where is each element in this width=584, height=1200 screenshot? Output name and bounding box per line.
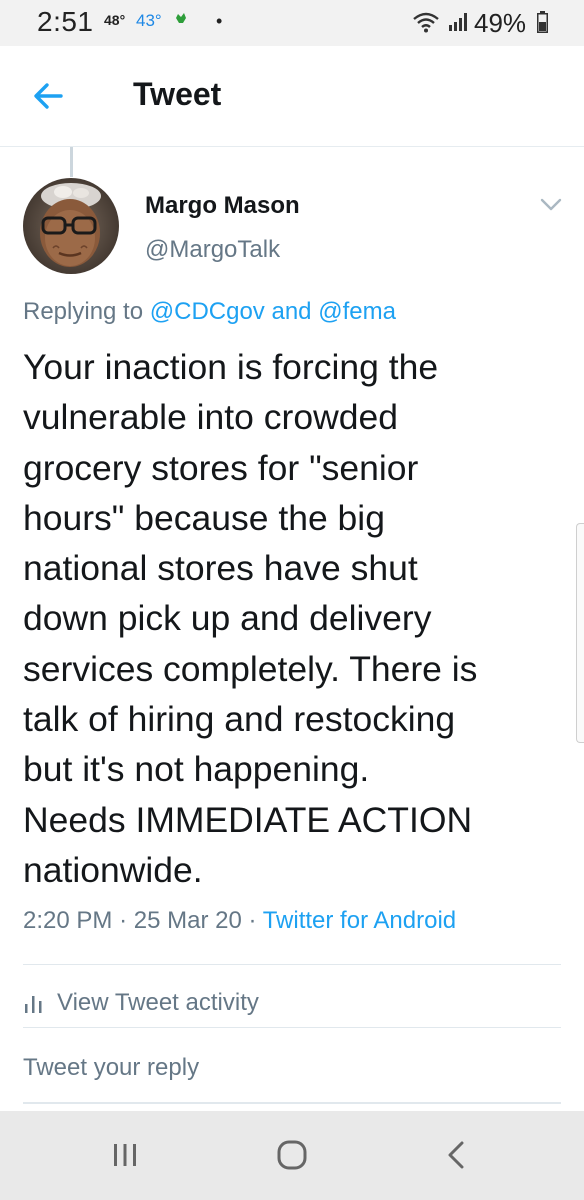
- meta-separator: ·: [119, 907, 128, 934]
- battery-percent: 49%: [474, 8, 527, 38]
- replying-to-label: Replying to: [23, 298, 144, 325]
- tweet-line: hours" because the big: [23, 497, 385, 538]
- bar-chart-icon: [25, 996, 42, 1013]
- tweet-line: nationwide.: [23, 849, 203, 890]
- avatar-image: [23, 178, 119, 274]
- leaf-notification-icon: [176, 13, 186, 23]
- nav-back-icon[interactable]: [437, 1135, 477, 1175]
- divider: [23, 1027, 561, 1028]
- page-title: Tweet: [133, 76, 222, 112]
- thread-connector-line: [70, 147, 73, 177]
- author-handle[interactable]: @MargoTalk: [145, 236, 280, 264]
- signal-icon: [449, 13, 467, 31]
- tweet-line: grocery stores for "senior: [23, 447, 419, 488]
- tweet-line: but it's not happening.: [23, 749, 370, 790]
- tweet-source-link[interactable]: Twitter for Android: [263, 907, 456, 934]
- status-temperature-high: 48°: [104, 12, 126, 28]
- tweet-line: down pick up and delivery: [23, 598, 432, 639]
- divider: [23, 964, 561, 965]
- meta-separator: ·: [248, 907, 257, 934]
- mention-link-fema[interactable]: @fema: [318, 298, 396, 325]
- tweet-line: vulnerable into crowded: [23, 397, 398, 438]
- home-icon[interactable]: [272, 1135, 312, 1175]
- tweet-line: Needs IMMEDIATE ACTION: [23, 799, 473, 840]
- recents-icon[interactable]: [105, 1135, 145, 1175]
- author-name[interactable]: Margo Mason: [145, 192, 300, 220]
- view-tweet-activity-button[interactable]: View Tweet activity: [23, 989, 259, 1017]
- tweet-line: services completely. There is: [23, 648, 478, 689]
- tweet-timestamp: 2:20 PM · 25 Mar 20 · Twitter for Androi…: [23, 907, 456, 935]
- wifi-icon: [413, 12, 439, 33]
- app-header: Tweet: [0, 46, 584, 147]
- tweet-line: talk of hiring and restocking: [23, 699, 456, 740]
- android-nav-bar: [0, 1111, 584, 1200]
- mention-joiner[interactable]: and: [271, 298, 311, 325]
- replying-to: Replying to @CDCgov and @fema: [23, 298, 396, 326]
- tweet-text: Your inaction is forcing the vulnerable …: [23, 342, 563, 895]
- back-arrow-icon[interactable]: [28, 76, 68, 116]
- mention-link-cdcgov[interactable]: @CDCgov: [150, 298, 265, 325]
- tweet-date: 25 Mar 20: [133, 907, 242, 934]
- notification-dot-icon: •: [216, 11, 223, 31]
- status-time: 2:51: [37, 6, 94, 37]
- status-bar: 2:51 48° 43° • 49%: [0, 0, 584, 46]
- tweet-line: national stores have shut: [23, 548, 418, 589]
- tweet-time: 2:20 PM: [23, 907, 113, 934]
- scrollbar[interactable]: [576, 523, 584, 743]
- tweet-line: Your inaction is forcing the: [23, 347, 439, 387]
- chevron-down-icon[interactable]: [538, 193, 564, 215]
- status-temperature-low: 43°: [136, 11, 162, 30]
- reply-input[interactable]: Tweet your reply: [23, 1054, 199, 1082]
- battery-icon: [537, 11, 548, 33]
- avatar[interactable]: [23, 178, 119, 274]
- view-tweet-activity-label: View Tweet activity: [57, 989, 259, 1016]
- reply-input-underline: [23, 1102, 561, 1104]
